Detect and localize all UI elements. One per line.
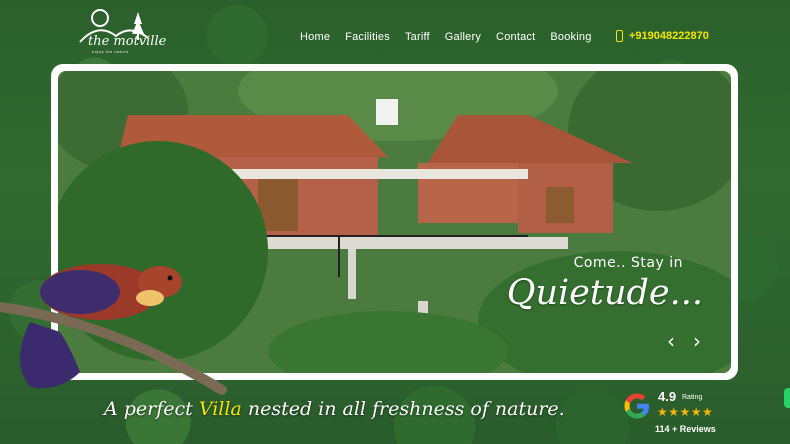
nav-booking[interactable]: Booking [550, 31, 591, 43]
rating-label: Rating [682, 394, 703, 401]
nav-facilities[interactable]: Facilities [345, 31, 390, 43]
rating-review-count: 114 + Reviews [655, 424, 716, 434]
google-rating-badge[interactable]: 4.9 Rating ★★★★★ 114 + Reviews [620, 388, 732, 440]
nav-contact[interactable]: Contact [496, 31, 535, 43]
whatsapp-chat-icon[interactable] [784, 388, 790, 408]
brand-tagline: enjoy the nature [92, 49, 129, 54]
phone-number[interactable]: +919048222870 [629, 30, 709, 42]
hero-caption-big: Quietude... [506, 273, 703, 313]
phone-link[interactable]: +919048222870 [616, 30, 709, 42]
brand-name: the motville [88, 34, 167, 49]
squirrel-illustration [0, 264, 227, 395]
slider-prev-icon[interactable]: ‹ [667, 329, 675, 353]
hero-caption-small: Come.. Stay in [573, 255, 683, 271]
nav-gallery[interactable]: Gallery [445, 31, 481, 43]
google-icon [624, 393, 649, 419]
hero-tagline: A perfect Villa nested in all freshness … [104, 398, 565, 420]
main-nav: Home Facilities Tariff Gallery Contact B… [300, 31, 592, 43]
slider-next-icon[interactable]: › [693, 329, 701, 353]
nav-home[interactable]: Home [300, 31, 330, 43]
rating-stars-icon: ★★★★★ [657, 405, 714, 419]
nav-tariff[interactable]: Tariff [405, 31, 430, 43]
phone-icon [616, 30, 623, 42]
rating-score: 4.9 [658, 389, 677, 404]
